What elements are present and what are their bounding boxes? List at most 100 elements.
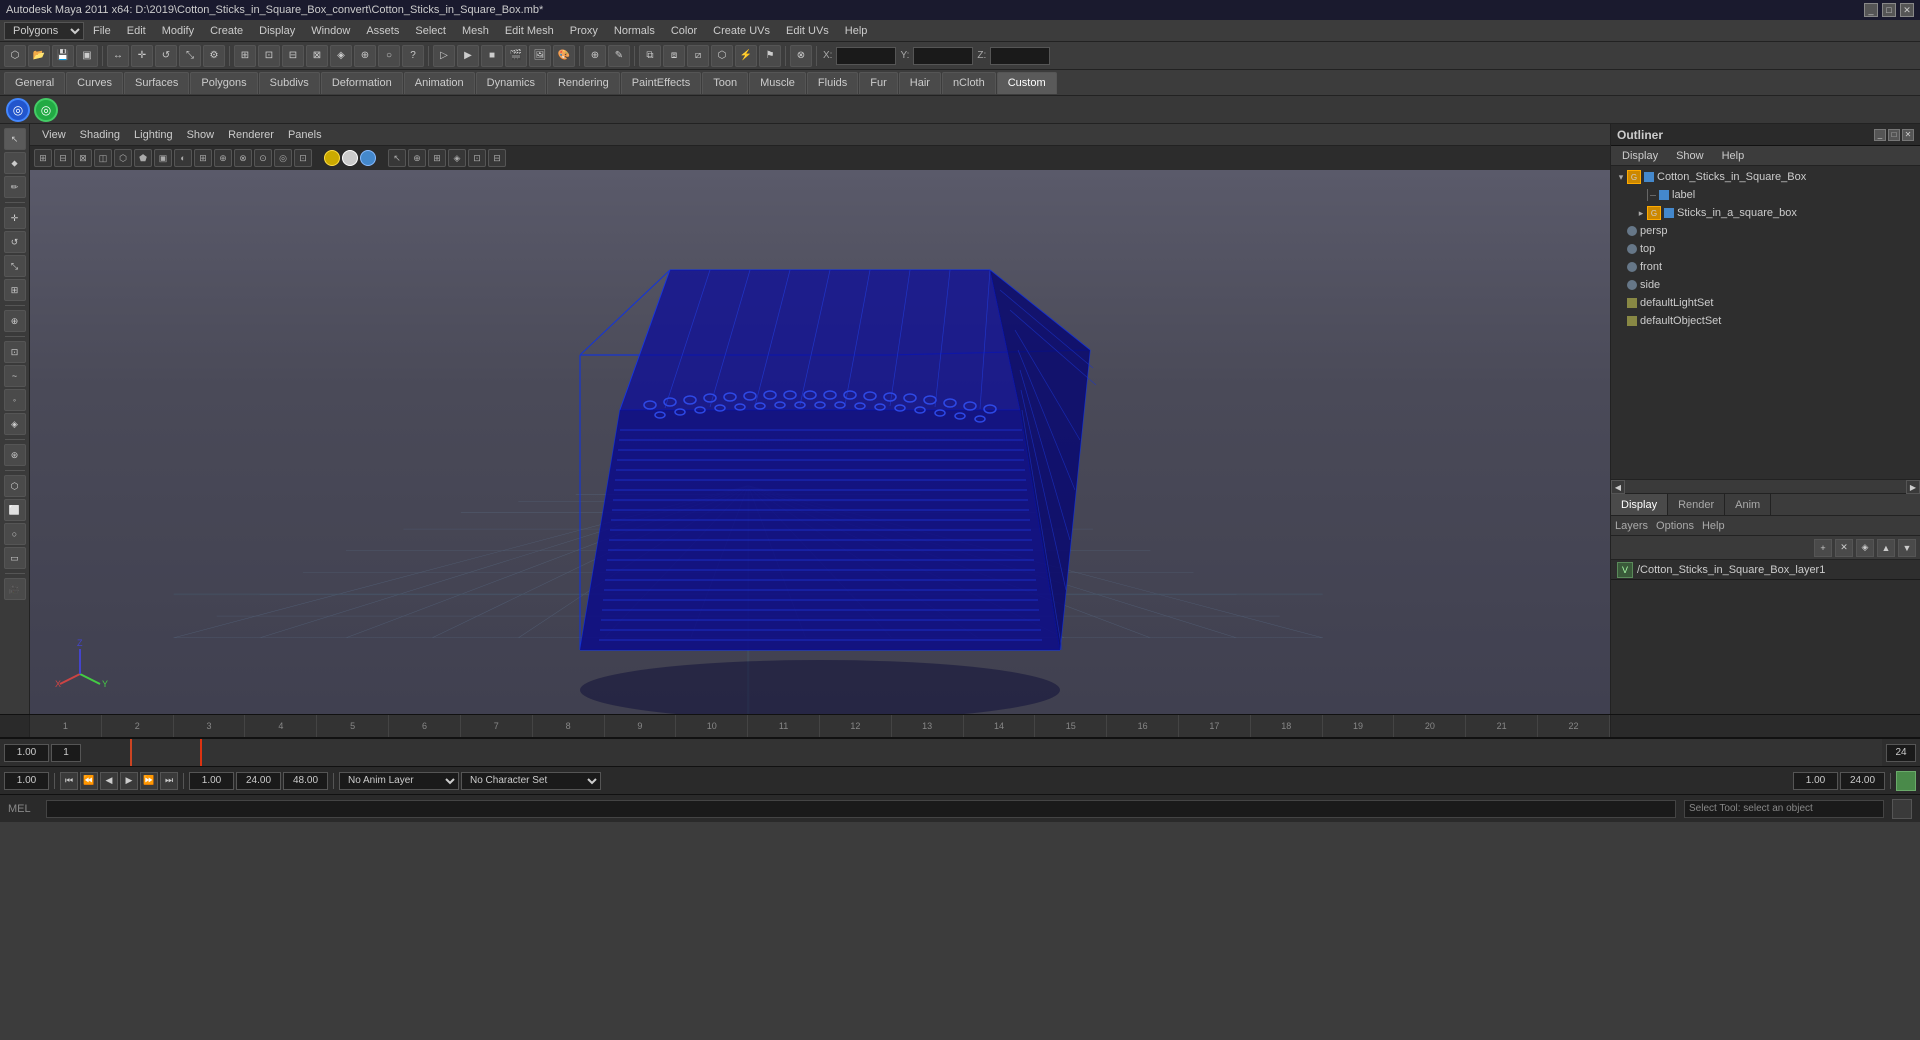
layer-menu-help[interactable]: Help: [1702, 520, 1725, 532]
tl-range2-input[interactable]: [1793, 772, 1838, 790]
menu-proxy[interactable]: Proxy: [563, 23, 605, 39]
layer-content[interactable]: V /Cotton_Sticks_in_Square_Box_layer1: [1611, 560, 1920, 714]
playback-end-input[interactable]: [1886, 744, 1916, 762]
outliner-hscroll-track[interactable]: [1625, 480, 1906, 493]
vp-texture-icon[interactable]: ▣: [154, 149, 172, 167]
play-back-btn[interactable]: ◀: [100, 772, 118, 790]
go-start-btn[interactable]: ⏮: [60, 772, 78, 790]
menu-create[interactable]: Create: [203, 23, 250, 39]
tb-move-btn[interactable]: ✛: [131, 45, 153, 67]
vp-persp-icon[interactable]: ⊟: [54, 149, 72, 167]
lt-create-cube[interactable]: ⬜: [4, 499, 26, 521]
range-end-input-1[interactable]: [236, 772, 281, 790]
menu-window[interactable]: Window: [304, 23, 357, 39]
vp-menu-view[interactable]: View: [36, 127, 72, 143]
tree-item-persp[interactable]: ▸ persp: [1611, 222, 1920, 240]
viewport[interactable]: View Shading Lighting Show Renderer Pane…: [30, 124, 1610, 714]
menu-file[interactable]: File: [86, 23, 118, 39]
tb-snap4-btn[interactable]: ⊠: [306, 45, 328, 67]
outliner-content[interactable]: ▾ G Cotton_Sticks_in_Square_Box ▸ label …: [1611, 166, 1920, 479]
menu-select[interactable]: Select: [408, 23, 453, 39]
vp-misc3-icon[interactable]: ⊞: [428, 149, 446, 167]
tab-rendering[interactable]: Rendering: [547, 72, 620, 94]
lt-rotate-tool[interactable]: ↺: [4, 231, 26, 253]
tab-curves[interactable]: Curves: [66, 72, 123, 94]
play-forward-btn[interactable]: ▶: [120, 772, 138, 790]
lt-snap-grid[interactable]: ⊡: [4, 341, 26, 363]
anim-layer-selector[interactable]: No Anim Layer: [339, 772, 459, 790]
outliner-menu-show[interactable]: Show: [1669, 148, 1711, 164]
tree-item-top[interactable]: ▸ top: [1611, 240, 1920, 258]
lt-create-sphere[interactable]: ○: [4, 523, 26, 545]
menu-modify[interactable]: Modify: [155, 23, 201, 39]
vp-smooth-icon[interactable]: ⬡: [114, 149, 132, 167]
start-time-input[interactable]: [4, 772, 49, 790]
tb-rotate-btn[interactable]: ↺: [155, 45, 177, 67]
tb-snap3-btn[interactable]: ⊟: [282, 45, 304, 67]
vp-misc2-icon[interactable]: ⊕: [408, 149, 426, 167]
lt-lasso-tool[interactable]: ⬥: [4, 152, 26, 174]
expand-cotton-box-icon[interactable]: ▾: [1615, 171, 1627, 183]
vp-ortho-icon[interactable]: ⊠: [74, 149, 92, 167]
vp-menu-renderer[interactable]: Renderer: [222, 127, 280, 143]
vp-smooth2-icon[interactable]: ⬟: [134, 149, 152, 167]
current-frame-input[interactable]: [4, 744, 49, 762]
tb-render4-btn[interactable]: 🎬: [505, 45, 527, 67]
tree-item-label[interactable]: ▸ label: [1611, 186, 1920, 204]
tl-range2-end[interactable]: [1840, 772, 1885, 790]
range-end-input-2[interactable]: [283, 772, 328, 790]
tb-snap8-btn[interactable]: ?: [402, 45, 424, 67]
maximize-button[interactable]: □: [1882, 3, 1896, 17]
layer-tab-display[interactable]: Display: [1611, 494, 1668, 515]
tb-snap1-btn[interactable]: ⊞: [234, 45, 256, 67]
lt-camera-pan[interactable]: 🎥: [4, 578, 26, 600]
tab-painteffects[interactable]: PaintEffects: [621, 72, 702, 94]
tree-item-cotton-box[interactable]: ▾ G Cotton_Sticks_in_Square_Box: [1611, 168, 1920, 186]
tb-render3-btn[interactable]: ■: [481, 45, 503, 67]
tb-save-btn[interactable]: 💾: [52, 45, 74, 67]
timeline-ticks[interactable]: 1 2 3 4 5 6 7 8 9 10 11 12 13 14 15 16 1…: [30, 715, 1610, 737]
tab-custom[interactable]: Custom: [997, 72, 1057, 94]
menu-edit-mesh[interactable]: Edit Mesh: [498, 23, 561, 39]
outliner-max-btn[interactable]: □: [1888, 129, 1900, 141]
lt-snap-curve[interactable]: ~: [4, 365, 26, 387]
tab-deformation[interactable]: Deformation: [321, 72, 403, 94]
vp-misc4-icon[interactable]: ◈: [448, 149, 466, 167]
layer-menu-layers[interactable]: Layers: [1615, 520, 1648, 532]
lt-paint-tool[interactable]: ✏: [4, 176, 26, 198]
tb-snap6-btn[interactable]: ⊕: [354, 45, 376, 67]
tb-snap2-btn[interactable]: ⊡: [258, 45, 280, 67]
tree-item-side[interactable]: ▸ side: [1611, 276, 1920, 294]
vp-light-blue[interactable]: [360, 150, 376, 166]
vp-menu-lighting[interactable]: Lighting: [128, 127, 179, 143]
tab-dynamics[interactable]: Dynamics: [476, 72, 546, 94]
range-start-input[interactable]: [189, 772, 234, 790]
vp-cam-icon[interactable]: ⊞: [34, 149, 52, 167]
menu-help[interactable]: Help: [838, 23, 875, 39]
menu-color[interactable]: Color: [664, 23, 704, 39]
lt-move-tool[interactable]: ✛: [4, 207, 26, 229]
tree-item-sticks[interactable]: ▸ G Sticks_in_a_square_box: [1611, 204, 1920, 222]
menu-edit[interactable]: Edit: [120, 23, 153, 39]
tb-last-tool-btn[interactable]: ⚙: [203, 45, 225, 67]
vp-display-icon[interactable]: ⊙: [254, 149, 272, 167]
step-back-btn[interactable]: ⏪: [80, 772, 98, 790]
x-input[interactable]: [836, 47, 896, 65]
menu-assets[interactable]: Assets: [359, 23, 406, 39]
tab-subdivs[interactable]: Subdivs: [259, 72, 320, 94]
tab-animation[interactable]: Animation: [404, 72, 475, 94]
tb-save2-btn[interactable]: ▣: [76, 45, 98, 67]
layer-select-btn[interactable]: ◈: [1856, 539, 1874, 557]
lt-select-tool[interactable]: ↖: [4, 128, 26, 150]
tb-render2-btn[interactable]: ▶: [457, 45, 479, 67]
layer-tab-anim[interactable]: Anim: [1725, 494, 1771, 515]
lt-show-manip[interactable]: ⊕: [4, 310, 26, 332]
playback-start-input[interactable]: [51, 744, 81, 762]
tb-xform1-btn[interactable]: ⧉: [639, 45, 661, 67]
layer-move-up-btn[interactable]: ▲: [1877, 539, 1895, 557]
outliner-min-btn[interactable]: _: [1874, 129, 1886, 141]
go-end-btn[interactable]: ⏭: [160, 772, 178, 790]
menu-create-uvs[interactable]: Create UVs: [706, 23, 777, 39]
expand-sticks-icon[interactable]: ▸: [1635, 207, 1647, 219]
outliner-menu-display[interactable]: Display: [1615, 148, 1665, 164]
